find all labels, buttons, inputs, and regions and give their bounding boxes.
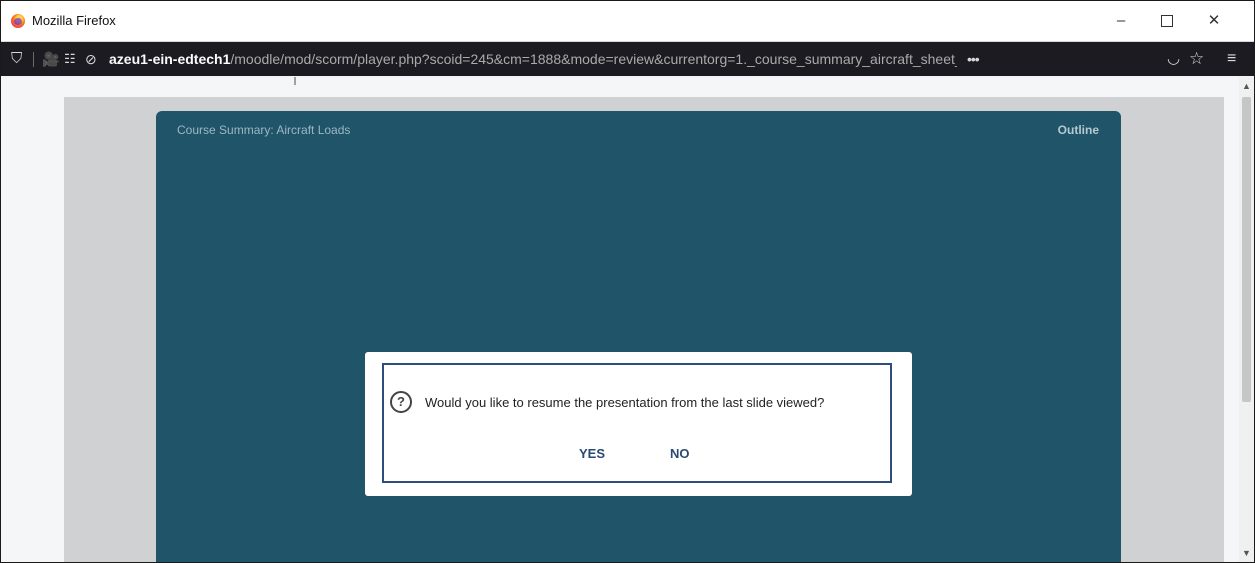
title-bar: Mozilla Firefox – ✕ xyxy=(1,1,1254,42)
tracking-protection-shield-icon[interactable]: ⛉ xyxy=(11,50,22,68)
close-window-button[interactable]: ✕ xyxy=(1191,7,1237,35)
page-viewport: Course Summary: Aircraft Loads Outline ?… xyxy=(1,77,1239,562)
scorm-player: Course Summary: Aircraft Loads Outline ?… xyxy=(156,111,1121,562)
hamburger-menu-icon[interactable]: ≡ xyxy=(1227,50,1236,68)
maximize-icon xyxy=(1161,15,1173,28)
resume-dialog-border: ? Would you like to resume the presentat… xyxy=(382,363,892,483)
bookmark-star-icon[interactable]: ☆ xyxy=(1189,50,1204,68)
autoplay-blocked-icon[interactable]: ⊘ xyxy=(85,50,97,68)
url-bar[interactable]: ⛉ 🎥 ☷ ⊘ azeu1-ein-edtech1/moodle/mod/sco… xyxy=(1,42,1254,76)
page-actions-more-icon[interactable]: ••• xyxy=(967,50,980,68)
browser-window: Mozilla Firefox – ✕ ⛉ 🎥 ☷ ⊘ azeu1-ein-ed… xyxy=(0,0,1255,563)
url-host: azeu1-ein-edtech1 xyxy=(109,51,231,67)
pocket-icon[interactable]: ◡ xyxy=(1167,50,1180,68)
permissions-icon[interactable]: ☷ xyxy=(64,50,76,68)
minimize-button[interactable]: – xyxy=(1098,7,1144,35)
page-tick-mark xyxy=(294,77,296,85)
window-title: Mozilla Firefox xyxy=(32,13,116,28)
course-title: Course Summary: Aircraft Loads xyxy=(177,123,351,137)
resume-message: Would you like to resume the presentatio… xyxy=(425,395,825,410)
urlbar-separator xyxy=(33,52,34,67)
scroll-up-arrow-icon[interactable]: ▲ xyxy=(1242,81,1251,91)
yes-button[interactable]: YES xyxy=(579,446,605,461)
url-text[interactable]: azeu1-ein-edtech1/moodle/mod/scorm/playe… xyxy=(109,51,957,67)
question-icon: ? xyxy=(390,391,412,413)
firefox-logo-icon xyxy=(11,14,25,28)
vertical-scrollbar[interactable]: ▲ ▼ xyxy=(1239,77,1254,562)
resume-dialog: ? Would you like to resume the presentat… xyxy=(365,352,912,496)
camera-blocked-icon[interactable]: 🎥 xyxy=(42,50,59,68)
outline-button[interactable]: Outline xyxy=(1058,123,1099,137)
scrollbar-thumb[interactable] xyxy=(1242,97,1251,402)
url-path: /moodle/mod/scorm/player.php?scoid=245&c… xyxy=(230,51,957,67)
no-button[interactable]: NO xyxy=(670,446,690,461)
scroll-down-arrow-icon[interactable]: ▼ xyxy=(1242,548,1251,558)
maximize-button[interactable] xyxy=(1144,7,1190,35)
